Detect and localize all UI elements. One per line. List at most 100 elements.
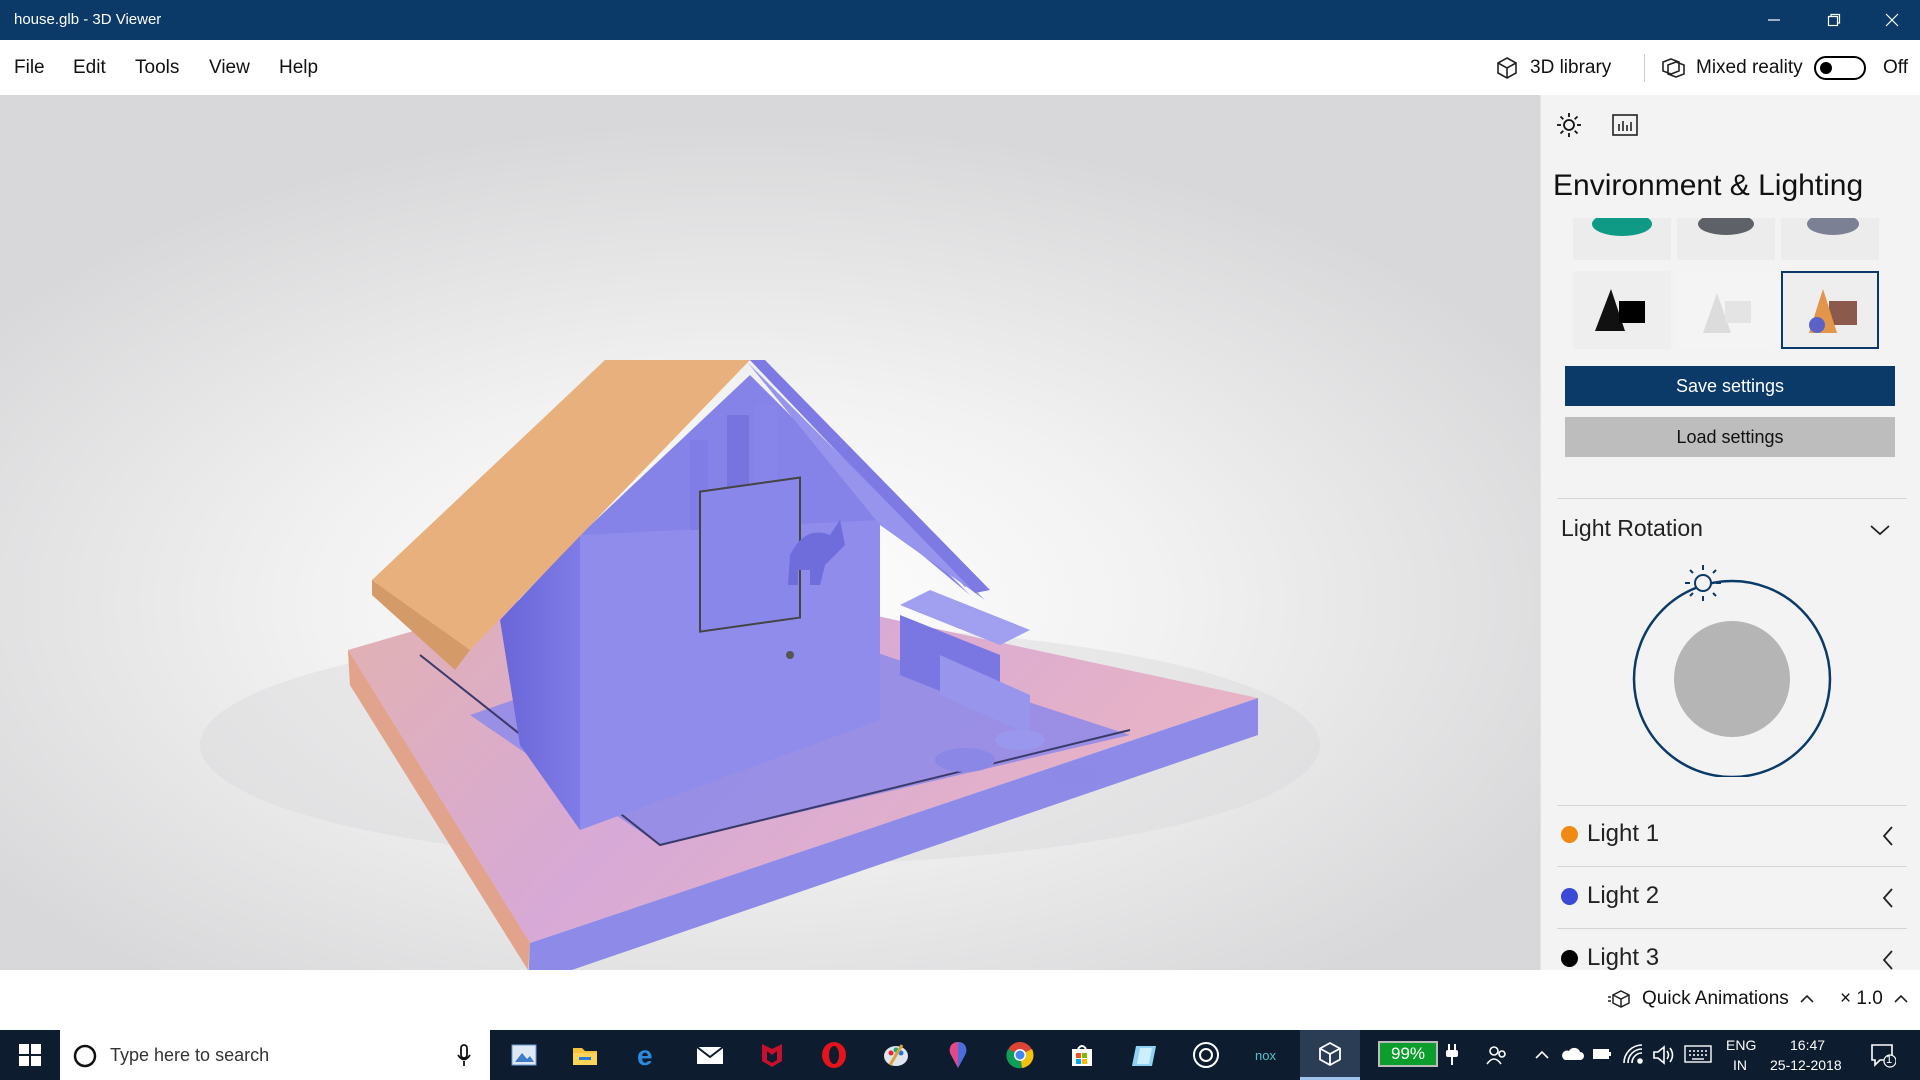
light-2-row[interactable]: Light 2: [1557, 867, 1907, 927]
keyboard-icon[interactable]: [1684, 1045, 1712, 1063]
battery-tray-icon[interactable]: [1592, 1047, 1612, 1061]
search-placeholder: Type here to search: [110, 1045, 270, 1065]
environment-thumb-white[interactable]: [1677, 271, 1775, 349]
quick-animations-button[interactable]: Quick Animations: [1608, 988, 1815, 1010]
taskbar-maps[interactable]: [928, 1030, 988, 1080]
opera-icon: [822, 1042, 846, 1068]
map-pin-icon: [949, 1042, 967, 1068]
stats-icon: [1612, 114, 1638, 136]
3d-viewer-icon: [1319, 1041, 1341, 1066]
playback-speed-label: × 1.0: [1840, 988, 1883, 1009]
environment-thumb-grey[interactable]: [1677, 218, 1775, 260]
menu-divider: [1644, 54, 1645, 82]
microphone-icon[interactable]: [456, 1044, 472, 1068]
menu-file[interactable]: File: [14, 57, 45, 79]
mixed-reality-toggle[interactable]: [1814, 40, 1866, 95]
chevron-up-icon: [1894, 994, 1908, 1003]
light-3-color-dot: [1561, 950, 1578, 967]
close-button[interactable]: [1864, 0, 1920, 40]
battery-indicator[interactable]: 99%: [1378, 1041, 1438, 1067]
disc-icon: [1193, 1042, 1219, 1068]
light-3-row[interactable]: Light 3: [1557, 929, 1907, 970]
taskbar: Type here to search e nox 99% ENG IN 16:…: [0, 1030, 1920, 1080]
taskbar-mcafee[interactable]: [742, 1030, 802, 1080]
volume-icon[interactable]: [1652, 1045, 1674, 1065]
side-panel: Environment & Lighting Save settings Loa…: [1540, 95, 1920, 970]
menu-edit[interactable]: Edit: [73, 57, 106, 79]
wifi-icon[interactable]: [1622, 1043, 1644, 1065]
save-settings-button[interactable]: Save settings: [1565, 366, 1895, 406]
mixed-reality-state: Off: [1883, 56, 1908, 78]
menu-help[interactable]: Help: [279, 57, 318, 79]
menu-view[interactable]: View: [209, 57, 250, 79]
taskbar-file-explorer[interactable]: [555, 1030, 615, 1080]
taskbar-edge[interactable]: e: [618, 1030, 678, 1080]
taskbar-paint[interactable]: [866, 1030, 926, 1080]
mixed-reality-button[interactable]: Mixed reality: [1660, 40, 1803, 95]
sun-icon: [1557, 113, 1581, 137]
environment-thumb-warm-selected[interactable]: [1781, 271, 1879, 349]
playback-speed-button[interactable]: × 1.0: [1840, 988, 1909, 1010]
store-icon: [1072, 1045, 1092, 1066]
status-bar: Quick Animations × 1.0: [0, 970, 1920, 1030]
cortana-icon: [73, 1044, 97, 1068]
tab-stats[interactable]: [1611, 111, 1639, 139]
nox-icon: nox: [1255, 1048, 1276, 1063]
cube-icon: [1497, 56, 1517, 79]
taskbar-search[interactable]: Type here to search: [60, 1030, 490, 1080]
load-settings-button[interactable]: Load settings: [1565, 417, 1895, 457]
clock-time[interactable]: 16:47: [1790, 1037, 1825, 1053]
taskbar-groove[interactable]: [1176, 1030, 1236, 1080]
svg-text:nox: nox: [1255, 1048, 1276, 1063]
environment-thumb-teal[interactable]: [1573, 218, 1671, 260]
taskbar-app-blue[interactable]: [1114, 1030, 1174, 1080]
menu-tools[interactable]: Tools: [135, 57, 179, 79]
light-rotation-dial[interactable]: [1629, 557, 1835, 777]
menu-bar: File Edit Tools View Help 3D library Mix…: [0, 40, 1920, 95]
taskbar-photos[interactable]: [494, 1030, 554, 1080]
folder-icon: [573, 1048, 597, 1065]
language-bottom[interactable]: IN: [1733, 1057, 1747, 1073]
minimize-button[interactable]: [1746, 0, 1802, 40]
light-1-label: Light 1: [1587, 820, 1660, 847]
taskbar-nox[interactable]: nox: [1238, 1030, 1298, 1080]
edge-icon: e: [637, 1041, 653, 1069]
tab-environment-lighting[interactable]: [1555, 111, 1583, 139]
light-2-label: Light 2: [1587, 882, 1660, 909]
environment-thumb-dark[interactable]: [1573, 271, 1671, 349]
3d-viewport[interactable]: [0, 95, 1540, 970]
house-model[interactable]: [0, 95, 1540, 970]
close-icon: [1885, 13, 1899, 27]
language-top[interactable]: ENG: [1726, 1037, 1756, 1053]
taskbar-mail[interactable]: [680, 1030, 740, 1080]
clock-date[interactable]: 25-12-2018: [1770, 1057, 1842, 1073]
restore-icon: [1827, 13, 1841, 27]
restore-button[interactable]: [1806, 0, 1862, 40]
quick-animations-label: Quick Animations: [1642, 988, 1789, 1009]
chevron-left-icon[interactable]: [1881, 825, 1895, 847]
taskbar-opera[interactable]: [804, 1030, 864, 1080]
taskbar-chrome[interactable]: [990, 1030, 1050, 1080]
onedrive-icon[interactable]: [1560, 1046, 1584, 1062]
photos-icon: [511, 1044, 537, 1066]
taskbar-store[interactable]: [1052, 1030, 1112, 1080]
mail-icon: [696, 1046, 724, 1064]
toggle-switch[interactable]: [1814, 55, 1866, 80]
light-rotation-title: Light Rotation: [1561, 515, 1703, 541]
start-button[interactable]: [0, 1030, 60, 1080]
people-icon[interactable]: [1486, 1044, 1508, 1066]
light-2-color-dot: [1561, 888, 1578, 905]
panel-title: Environment & Lighting: [1553, 169, 1864, 202]
taskbar-3d-viewer-active[interactable]: [1300, 1030, 1360, 1080]
tray-chevron-up-icon[interactable]: [1534, 1050, 1550, 1060]
notification-count: 1: [1886, 1054, 1893, 1066]
environment-thumb-slate[interactable]: [1781, 218, 1879, 260]
windows-logo-icon: [19, 1044, 41, 1066]
light-1-row[interactable]: Light 1: [1557, 805, 1907, 865]
3d-library-button[interactable]: 3D library: [1494, 40, 1611, 95]
chevron-up-icon: [1800, 994, 1814, 1003]
3d-library-label: 3D library: [1530, 56, 1612, 78]
chevron-left-icon[interactable]: [1881, 887, 1895, 909]
chevron-left-icon[interactable]: [1881, 949, 1895, 970]
chevron-down-icon[interactable]: [1869, 523, 1891, 537]
